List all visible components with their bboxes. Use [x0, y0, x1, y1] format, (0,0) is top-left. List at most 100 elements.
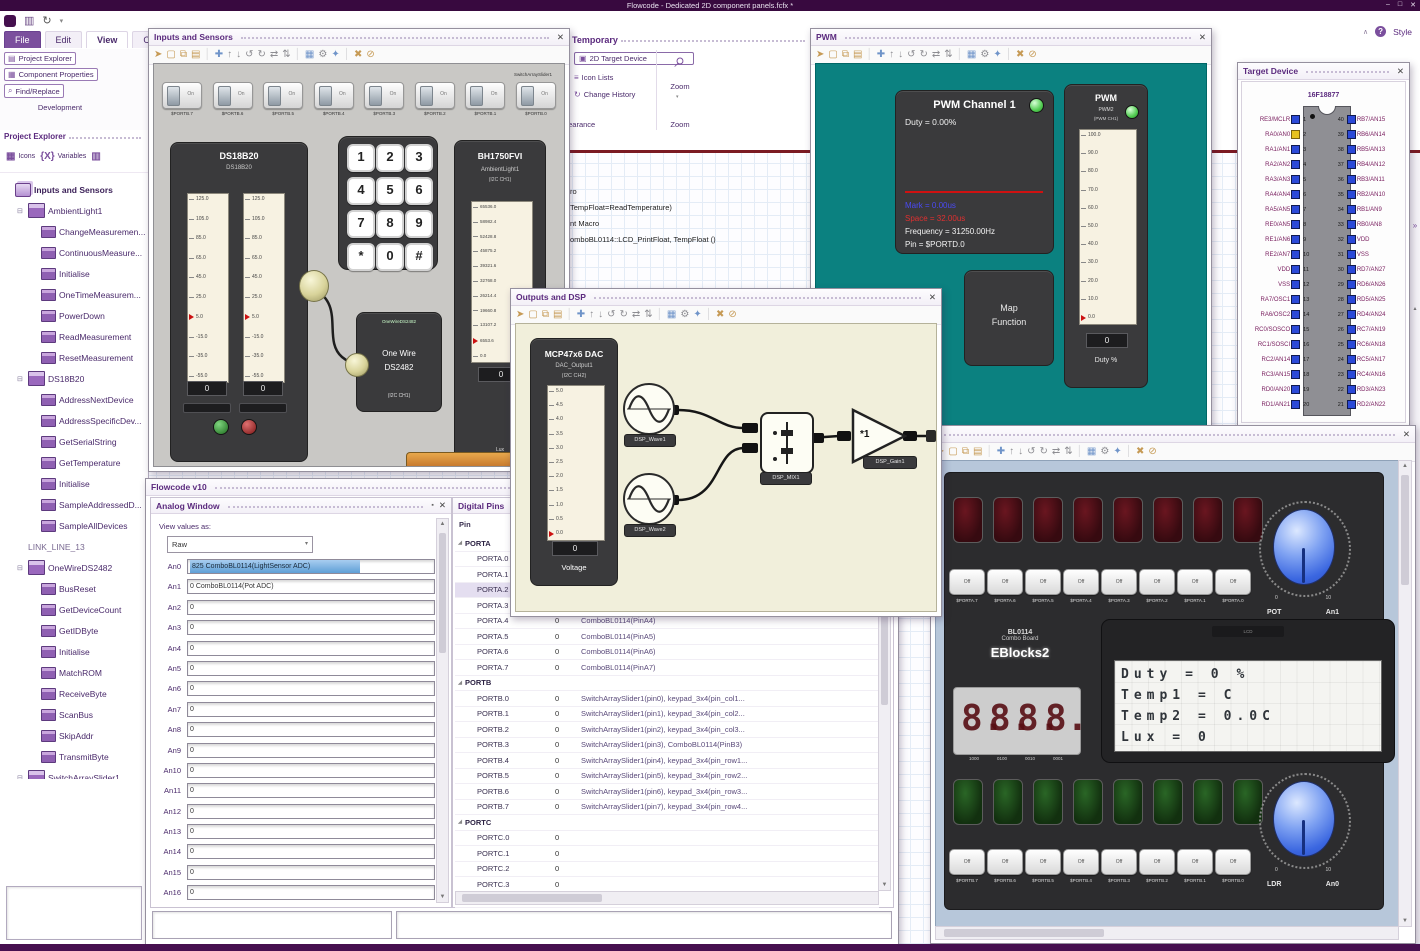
- lower-icon[interactable]: ↓: [1018, 447, 1023, 457]
- digital-pin-row[interactable]: ◢ PORTB.1 0 SwitchArraySlider1(pin1), ke…: [455, 707, 879, 722]
- keypad-key[interactable]: 8: [376, 210, 404, 238]
- analog-value-input[interactable]: 0: [187, 762, 435, 778]
- inputs-canvas[interactable]: SwitchArraySlider1 On $PORTB.7 On $PORTB…: [153, 63, 566, 467]
- temp-value-2[interactable]: 0: [243, 381, 283, 396]
- digital-pin-row[interactable]: ◢ PORTC.0 0: [455, 831, 879, 846]
- paste-icon[interactable]: ▤: [191, 50, 200, 60]
- analog-value-input[interactable]: 0: [187, 660, 435, 676]
- marquee-icon[interactable]: ▢: [528, 310, 537, 320]
- pwm-slider-value[interactable]: 0: [1086, 333, 1128, 348]
- pin-pad-left[interactable]: [1291, 130, 1301, 139]
- select-icon[interactable]: ➤: [516, 310, 524, 320]
- analog-value-input[interactable]: 0: [187, 844, 435, 860]
- add-component-icon[interactable]: ✚: [877, 50, 885, 60]
- separator[interactable]: │: [706, 310, 712, 320]
- tree-item[interactable]: ⊟ ContinuousMeasure...: [0, 242, 148, 263]
- select-icon[interactable]: ➤: [154, 50, 162, 60]
- port-push-button[interactable]: Off: [1215, 849, 1251, 875]
- keypad-key[interactable]: #: [405, 243, 433, 271]
- dac-component[interactable]: MCP47x6 DAC DAC_Output1 (I2C CH2) 5.0 4.5…: [530, 338, 618, 586]
- collapse-arrow[interactable]: »: [1409, 221, 1420, 230]
- voltage-scale[interactable]: 5.0 4.5 4.0 3.5 3.0 2.5 2.0 1.5 1.0 0.5 0.0: [547, 385, 605, 541]
- pin-pad-left[interactable]: [1291, 265, 1301, 274]
- separator[interactable]: │: [957, 50, 963, 60]
- pin-pad-left[interactable]: [1291, 370, 1301, 379]
- port-push-button[interactable]: Off: [1101, 569, 1137, 595]
- pin-pad-left[interactable]: [1291, 310, 1301, 319]
- separator[interactable]: │: [1006, 50, 1012, 60]
- pin-pad-left[interactable]: [1291, 145, 1301, 154]
- pin-pad-left[interactable]: [1291, 190, 1301, 199]
- lower-icon[interactable]: ↓: [236, 50, 241, 60]
- lower-icon[interactable]: ↓: [898, 50, 903, 60]
- pwm-slider-component[interactable]: PWM PWM2 (PWM CH1) 100.0 90.0 80.0 70.0 60.0…: [1064, 84, 1148, 388]
- tree-item[interactable]: ⊟ Inputs and Sensors: [0, 179, 148, 200]
- eblocks-vscrollbar[interactable]: ▲ ▼: [1398, 460, 1412, 927]
- tree-item[interactable]: ⊟ GetSerialString: [0, 431, 148, 452]
- eblocks-titlebar[interactable]: ✕: [931, 426, 1415, 443]
- group-icon[interactable]: ▦: [667, 310, 676, 320]
- analog-value-input[interactable]: 0: [187, 885, 435, 901]
- dsp-wave2-component[interactable]: DSP_Wave2: [622, 472, 676, 537]
- pin-pad-left[interactable]: [1291, 280, 1301, 289]
- tree-item[interactable]: ⊟ SwitchArraySlider1: [0, 767, 148, 779]
- digital-pin-row[interactable]: ◢ PORTA.7 0 ComboBL0114(PinA7): [455, 660, 879, 676]
- eblocks-canvas[interactable]: Off $PORTA.7 Off $PORTA.6 Off $PORTA.5 O…: [935, 460, 1399, 927]
- switch-lever[interactable]: [217, 86, 231, 106]
- toggle-switch[interactable]: On: [515, 82, 556, 109]
- refresh-icon[interactable]: ↻: [42, 15, 51, 27]
- digital-pin-row[interactable]: ◢ PORTA.5 0 ComboBL0114(PinA5): [455, 629, 879, 645]
- separator[interactable]: │: [1077, 447, 1083, 457]
- group-icon[interactable]: ▦: [305, 50, 314, 60]
- paste-icon[interactable]: ▤: [553, 310, 562, 320]
- digital-pin-row[interactable]: ◢ PORTB.4 0 SwitchArraySlider1(pin4), ke…: [455, 753, 879, 769]
- eblocks-hscrollbar[interactable]: [935, 926, 1399, 940]
- flip-v-icon[interactable]: ⇅: [944, 50, 952, 60]
- pin-pad-right[interactable]: [1346, 370, 1356, 379]
- port-push-button[interactable]: Off: [987, 569, 1023, 595]
- ribbon-view-item[interactable]: ≡ Icon Lists: [574, 73, 694, 82]
- pin-icon[interactable]: ▪: [431, 502, 433, 509]
- delete-all-icon[interactable]: ⊘: [1148, 447, 1156, 457]
- expander-icon[interactable]: ⊟: [17, 375, 25, 383]
- chevron-up-icon[interactable]: ∧: [1363, 28, 1368, 36]
- scroll-thumb[interactable]: [462, 894, 602, 902]
- group-icon[interactable]: ▦: [967, 50, 976, 60]
- scroll-up-arrow[interactable]: ▲: [1399, 463, 1411, 469]
- close-icon[interactable]: ✕: [929, 292, 936, 303]
- tree-item[interactable]: ⊟ GetTemperature: [0, 452, 148, 473]
- separator[interactable]: │: [866, 50, 872, 60]
- tree-item[interactable]: ⊟ GetIDByte: [0, 620, 148, 641]
- scroll-up-arrow[interactable]: ▴: [1409, 305, 1420, 312]
- switch-lever[interactable]: [520, 86, 534, 106]
- scroll-down-arrow[interactable]: ▼: [879, 882, 890, 888]
- separator[interactable]: │: [344, 50, 350, 60]
- pin-pad-left[interactable]: [1291, 235, 1301, 244]
- flip-h-icon[interactable]: ⇄: [270, 50, 278, 60]
- rotate-cw-icon[interactable]: ↻: [257, 50, 265, 60]
- pin-pad-right[interactable]: [1346, 310, 1356, 319]
- tree-item[interactable]: ⊟ AmbientLight1: [0, 200, 148, 221]
- separator[interactable]: │: [295, 50, 301, 60]
- digital-pin-row[interactable]: ◢ PORTB.0 0 SwitchArraySlider1(pin0), ke…: [455, 691, 879, 707]
- close-button[interactable]: ✕: [1410, 1, 1416, 9]
- marquee-icon[interactable]: ▢: [948, 447, 957, 457]
- keypad-key[interactable]: 9: [405, 210, 433, 238]
- group-expander-icon[interactable]: ◢: [455, 819, 465, 825]
- pin-pad-right[interactable]: [1346, 235, 1356, 244]
- analog-value-input[interactable]: 0: [187, 620, 435, 636]
- qat-menu-icon[interactable]: ▾: [60, 18, 64, 25]
- keypad-key[interactable]: 7: [347, 210, 375, 238]
- marquee-icon[interactable]: ▢: [166, 50, 175, 60]
- pin-pad-right[interactable]: [1346, 145, 1356, 154]
- expander-icon[interactable]: ⊟: [17, 774, 25, 780]
- delete-icon[interactable]: ✖: [1136, 447, 1144, 457]
- switch-lever[interactable]: [470, 86, 484, 106]
- rotate-cw-icon[interactable]: ↻: [1039, 447, 1047, 457]
- pin-pad-left[interactable]: [1291, 385, 1301, 394]
- pin-pad-right[interactable]: [1346, 280, 1356, 289]
- add-component-icon[interactable]: ✚: [215, 50, 223, 60]
- port-push-button[interactable]: Off: [1139, 569, 1175, 595]
- tree-item[interactable]: ⊟ ChangeMeasuremen...: [0, 221, 148, 242]
- port-push-button[interactable]: Off: [1215, 569, 1251, 595]
